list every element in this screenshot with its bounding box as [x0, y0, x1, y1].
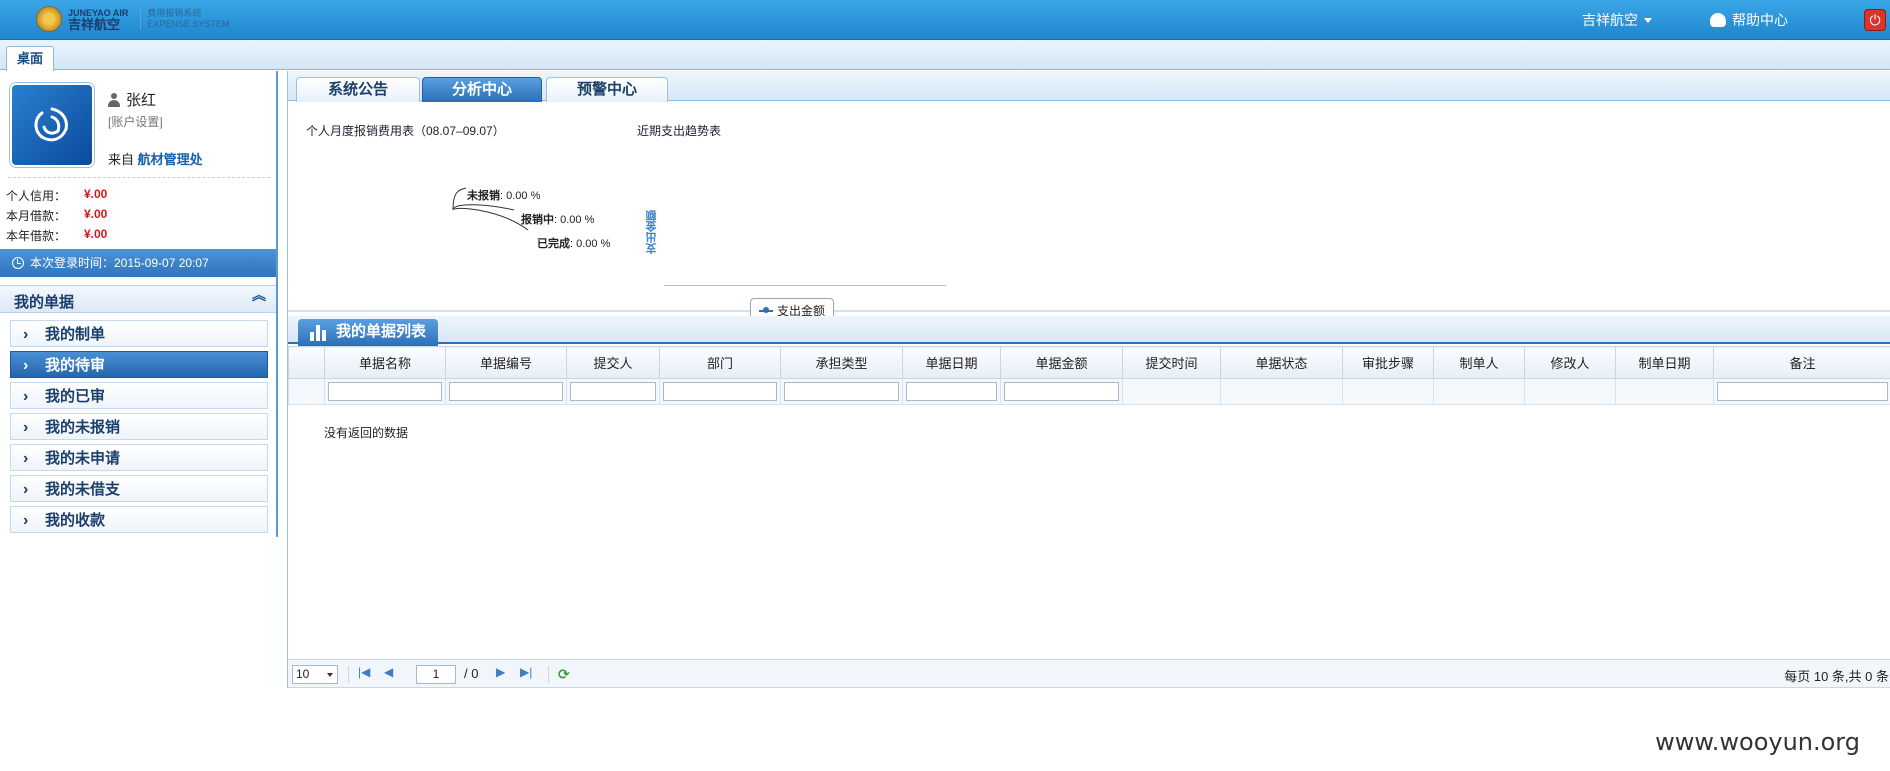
total-pages: / 0	[464, 666, 479, 681]
column-header[interactable]: 制单人	[1433, 346, 1525, 379]
left-pane: 张红 [账户设置] 来自 航材管理处 个人信用： ¥.00 本月借款： ¥.00…	[0, 71, 278, 537]
system-name: 费用报销系统 EXPENSE SYSTEM	[140, 8, 229, 30]
filter-input-number[interactable]	[449, 382, 563, 401]
column-header[interactable]: 承担类型	[780, 346, 903, 379]
filter-input-bearing-type[interactable]	[784, 382, 899, 401]
user-department: 来自 航材管理处	[108, 152, 203, 167]
watermark: www.wooyun.org	[1655, 728, 1860, 756]
chevron-right-icon: ›	[23, 388, 29, 405]
chevron-right-icon: ›	[23, 481, 29, 498]
my-documents-header[interactable]: 我的单据 ︽	[0, 285, 276, 313]
user-icon	[108, 92, 120, 107]
no-data-message: 没有返回的数据	[324, 426, 409, 440]
bar-chart-icon	[310, 325, 328, 341]
column-header[interactable]: 修改人	[1524, 346, 1616, 379]
pie-label-unreimbursed: 未报销: 0.00 %	[467, 190, 541, 202]
sub-tab-bar: 系统公告 分析中心 预警中心	[288, 71, 1890, 102]
next-page-icon[interactable]: ▶	[496, 665, 505, 679]
sidebar-item-my-unreimbursed[interactable]: › 我的未报销	[10, 413, 268, 440]
chevron-right-icon: ›	[23, 450, 29, 467]
column-header[interactable]: 单据名称	[324, 346, 446, 379]
pager: 10 |◀ ◀ 1 / 0 ▶ ▶| ⟳ 每页 10 条,共 0 条	[288, 659, 1890, 688]
trend-chart-title: 近期支出趋势表	[637, 124, 722, 138]
chevron-right-icon: ›	[23, 419, 29, 436]
filter-input-date[interactable]	[906, 382, 997, 401]
filter-input-amount[interactable]	[1004, 382, 1119, 401]
column-header[interactable]: 单据日期	[902, 346, 1001, 379]
avatar	[10, 83, 94, 167]
column-header[interactable]: 单据金额	[1000, 346, 1123, 379]
trend-y-axis-label: 支出金额	[646, 210, 658, 254]
first-page-icon[interactable]: |◀	[358, 665, 370, 679]
power-icon: ⏻	[1869, 11, 1881, 28]
sidebar-item-my-receipts[interactable]: › 我的收款	[10, 506, 268, 533]
tab-desktop[interactable]: 桌面	[6, 46, 54, 71]
sidebar-item-my-reviewed[interactable]: › 我的已审	[10, 382, 268, 409]
document-table: 单据名称 单据编号 提交人 部门 承担类型 单据日期 单据金额 提交时间 单据状…	[288, 346, 1890, 405]
column-header[interactable]: 部门	[659, 346, 781, 379]
chevron-right-icon: ›	[23, 326, 29, 343]
filter-row	[288, 378, 1890, 405]
analysis-panel: 个人月度报销费用表（08.07–09.07） 近期支出趋势表 未报销: 0.00…	[288, 102, 1890, 324]
chevron-right-icon: ›	[23, 357, 29, 374]
caret-down-icon	[1644, 17, 1652, 23]
pager-info: 每页 10 条,共 0 条	[1784, 669, 1889, 684]
column-header[interactable]: 备注	[1713, 346, 1890, 379]
year-loan-row: 本年借款： ¥.00	[6, 227, 108, 243]
tab-document-list[interactable]: 我的单据列表	[298, 319, 438, 346]
column-header[interactable]: 单据状态	[1220, 346, 1343, 379]
filter-input-department[interactable]	[663, 382, 777, 401]
user-name: 张红	[108, 89, 156, 110]
clock-icon	[12, 257, 24, 269]
help-icon	[1710, 13, 1726, 27]
tab-announcements[interactable]: 系统公告	[296, 77, 420, 102]
department-link[interactable]: 航材管理处	[138, 152, 203, 167]
page-size-select[interactable]: 10	[292, 665, 338, 684]
tab-analysis-center[interactable]: 分析中心	[422, 77, 542, 102]
last-login-bar: 本次登录时间：2015-09-07 20:07	[0, 249, 276, 277]
trend-x-axis	[664, 285, 946, 286]
filter-input-remarks[interactable]	[1717, 382, 1888, 401]
help-center-link[interactable]: 帮助中心	[1710, 10, 1788, 30]
sidebar-item-my-pending[interactable]: › 我的待审	[10, 351, 268, 378]
sidebar-item-my-unapplied[interactable]: › 我的未申请	[10, 444, 268, 471]
month-loan-row: 本月借款： ¥.00	[6, 207, 108, 223]
right-pane: 系统公告 分析中心 预警中心 个人月度报销费用表（08.07–09.07） 近期…	[287, 71, 1890, 688]
last-page-icon[interactable]: ▶|	[520, 665, 532, 679]
collapse-icon[interactable]: ︽	[252, 288, 266, 302]
filter-input-submitter[interactable]	[570, 382, 656, 401]
pie-chart-title: 个人月度报销费用表（08.07–09.07）	[306, 124, 505, 138]
avatar-swirl-icon	[34, 107, 68, 142]
column-header[interactable]: 审批步骤	[1342, 346, 1434, 379]
column-header[interactable]: 制单日期	[1615, 346, 1714, 379]
pie-label-completed: 已完成: 0.00 %	[537, 238, 611, 250]
logo: JUNEYAO AIR 吉祥航空 费用报销系统 EXPENSE SYSTEM	[36, 6, 229, 32]
chevron-right-icon: ›	[23, 512, 29, 529]
top-bar: JUNEYAO AIR 吉祥航空 费用报销系统 EXPENSE SYSTEM 吉…	[0, 0, 1890, 40]
credit-row: 个人信用： ¥.00	[6, 187, 108, 203]
column-header[interactable]: 提交时间	[1122, 346, 1221, 379]
logo-cn: 吉祥航空	[68, 17, 121, 32]
tab-alert-center[interactable]: 预警中心	[546, 77, 668, 102]
tab-strip: 桌面	[0, 40, 1890, 71]
page-number-input[interactable]: 1	[416, 665, 456, 684]
company-dropdown[interactable]: 吉祥航空	[1582, 10, 1652, 30]
logo-mark-icon	[36, 6, 62, 32]
divider	[8, 177, 270, 178]
account-settings-link[interactable]: [账户设置]	[108, 113, 163, 130]
refresh-icon[interactable]: ⟳	[558, 666, 570, 683]
pie-label-in-progress: 报销中: 0.00 %	[521, 214, 595, 226]
sidebar-item-my-drafts[interactable]: › 我的制单	[10, 320, 268, 347]
table-header-row: 单据名称 单据编号 提交人 部门 承担类型 单据日期 单据金额 提交时间 单据状…	[288, 346, 1890, 379]
prev-page-icon[interactable]: ◀	[384, 665, 393, 679]
document-list-header: 我的单据列表	[288, 316, 1890, 346]
sidebar-item-my-unborrowed[interactable]: › 我的未借支	[10, 475, 268, 502]
column-header-rownum	[288, 346, 325, 379]
logout-button[interactable]: ⏻	[1864, 9, 1886, 31]
filter-input-name[interactable]	[328, 382, 442, 401]
column-header[interactable]: 单据编号	[445, 346, 567, 379]
column-header[interactable]: 提交人	[566, 346, 660, 379]
